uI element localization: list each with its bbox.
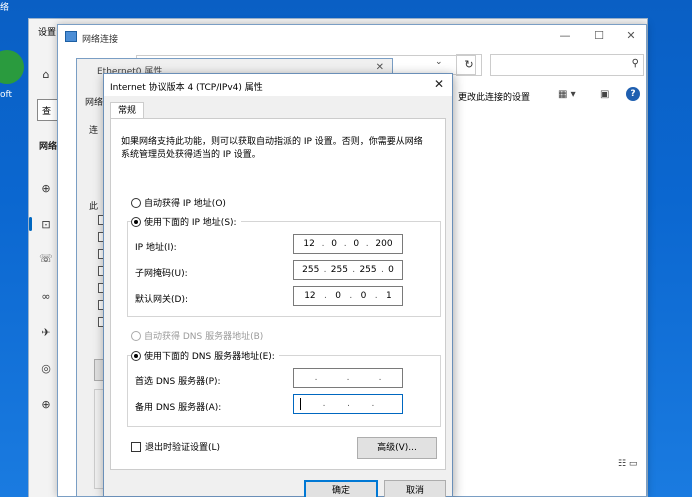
preferred-dns-field[interactable]: ...	[293, 368, 403, 388]
ethprops-items-partial: 此	[89, 202, 99, 212]
search-icon: ⚲	[631, 58, 639, 69]
proxy-icon[interactable]: ⊕	[39, 397, 53, 411]
ethprops-connect-partial: 连	[89, 126, 99, 136]
auto-ip-label: 自动获得 IP 地址(O)	[144, 199, 226, 209]
subnet-octet-3: 255	[359, 265, 377, 275]
maximize-button[interactable]: ☐	[584, 29, 614, 45]
network-folder-icon	[65, 31, 77, 42]
validate-label: 退出时验证设置(L)	[145, 443, 221, 453]
hotspot-icon[interactable]: ◎	[39, 361, 53, 375]
alternate-dns-field[interactable]: ...	[293, 394, 403, 414]
ipv4-title: Internet 协议版本 4 (TCP/IPv4) 属性	[110, 83, 263, 93]
search-input[interactable]: ⚲	[490, 54, 644, 76]
gateway-octet-1: 12	[304, 291, 316, 301]
text-cursor	[300, 398, 301, 410]
auto-dns-option[interactable]: 自动获得 DNS 服务器地址(B)	[131, 329, 263, 342]
gateway-octet-4: 1	[385, 291, 392, 301]
ipv4-titlebar[interactable]: Internet 协议版本 4 (TCP/IPv4) 属性 ✕	[104, 74, 452, 96]
ip-octet-4: 200	[375, 239, 393, 249]
ip-octet-2: 0	[331, 239, 337, 249]
desktop-app-icon[interactable]	[0, 50, 24, 84]
gateway-octet-3: 0	[360, 291, 367, 301]
auto-ip-option[interactable]: 自动获得 IP 地址(O)	[131, 196, 226, 209]
view-toggle-icons[interactable]: ☷ ▭	[618, 459, 637, 469]
manual-ip-option[interactable]: 使用下面的 IP 地址(S):	[131, 215, 241, 228]
preferred-dns-label: 首选 DNS 服务器(P):	[135, 377, 221, 387]
ip-address-field[interactable]: 12. 0. 0. 200	[293, 234, 403, 254]
general-panel: 如果网络支持此功能，则可以获取自动指派的 IP 设置。否则，你需要从网络系统管理…	[110, 118, 446, 470]
ip-octet-3: 0	[353, 239, 360, 249]
manual-dns-option[interactable]: 使用下面的 DNS 服务器地址(E):	[131, 349, 279, 362]
desktop-label-top: 络	[0, 3, 10, 13]
preview-pane-icon[interactable]: ▣	[600, 89, 609, 100]
auto-dns-radio[interactable]	[131, 330, 141, 341]
subnet-mask-field[interactable]: 255. 255. 255. 0	[293, 260, 403, 280]
ip-address-label: IP 地址(I):	[135, 243, 177, 253]
tab-general[interactable]: 常规	[110, 102, 144, 119]
home-icon[interactable]: ⌂	[39, 67, 53, 81]
netconn-titlebar[interactable]: 网络连接 — ☐ ✕	[58, 25, 646, 49]
desktop-label-edge: oft	[0, 90, 13, 100]
manual-ip-label: 使用下面的 IP 地址(S):	[144, 218, 237, 228]
manual-dns-radio[interactable]	[131, 350, 141, 361]
gateway-octet-2: 0	[335, 291, 341, 301]
chevron-down-icon[interactable]: ⌄	[435, 57, 443, 67]
selected-indicator	[29, 217, 32, 231]
validate-checkbox[interactable]	[131, 441, 141, 452]
manual-dns-label: 使用下面的 DNS 服务器地址(E):	[144, 352, 275, 362]
network-heading: 网络	[39, 142, 58, 152]
airplane-icon[interactable]: ✈	[39, 325, 53, 339]
change-settings-command[interactable]: 更改此连接的设置	[458, 90, 530, 103]
subnet-octet-1: 255	[302, 265, 320, 275]
ok-button[interactable]: 确定	[304, 480, 378, 497]
alternate-dns-label: 备用 DNS 服务器(A):	[135, 403, 222, 413]
dialup-icon[interactable]: ☏	[39, 251, 53, 265]
netconn-title: 网络连接	[82, 35, 119, 45]
cancel-button[interactable]: 取消	[384, 480, 446, 497]
manual-ip-radio[interactable]	[131, 216, 141, 227]
gateway-field[interactable]: 12. 0. 0. 1	[293, 286, 403, 306]
ethprops-tab-partial: 网络	[85, 98, 104, 108]
help-icon[interactable]: ?	[626, 87, 640, 101]
ipv4-description: 如果网络支持此功能，则可以获取自动指派的 IP 设置。否则，你需要从网络系统管理…	[121, 137, 423, 160]
subnet-octet-2: 255	[330, 265, 348, 275]
auto-ip-radio[interactable]	[131, 197, 141, 208]
gateway-label: 默认网关(D):	[135, 295, 188, 305]
ipv4-properties-dialog: Internet 协议版本 4 (TCP/IPv4) 属性 ✕ 常规 如果网络支…	[103, 73, 453, 497]
advanced-button[interactable]: 高级(V)...	[357, 437, 437, 459]
ethprops-close-icon[interactable]: ✕	[376, 62, 384, 73]
validate-option[interactable]: 退出时验证设置(L)	[131, 440, 220, 453]
ethernet-icon[interactable]: ⊡	[39, 217, 53, 231]
minimize-button[interactable]: —	[550, 29, 580, 45]
refresh-button[interactable]: ↻	[456, 54, 482, 76]
view-options-icon[interactable]: ▦ ▾	[558, 89, 576, 100]
auto-dns-label: 自动获得 DNS 服务器地址(B)	[144, 332, 264, 342]
manual-dns-group	[127, 355, 441, 427]
close-button[interactable]: ✕	[616, 29, 646, 45]
ipv4-close-icon[interactable]: ✕	[434, 77, 444, 91]
subnet-mask-label: 子网掩码(U):	[135, 269, 188, 279]
ip-octet-1: 12	[303, 239, 315, 249]
globe-icon[interactable]: ⊕	[39, 181, 53, 195]
vpn-icon[interactable]: ∞	[39, 289, 53, 303]
subnet-octet-4: 0	[388, 265, 394, 275]
